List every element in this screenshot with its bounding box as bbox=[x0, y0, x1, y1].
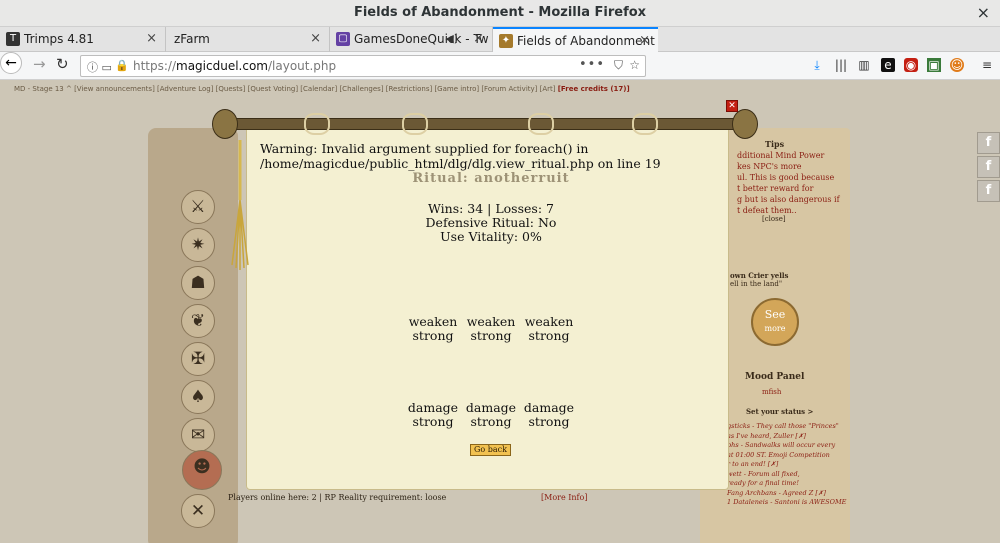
list-item: at 01:00 ST. Emoji Competition bbox=[727, 450, 830, 459]
extension-face-icon[interactable]: ☺ bbox=[950, 58, 964, 72]
facebook-icon[interactable]: f bbox=[977, 132, 1000, 154]
tab-close-icon[interactable]: × bbox=[310, 31, 321, 46]
trimps-favicon-icon: T bbox=[6, 32, 20, 46]
sidebar-action-attack-icon[interactable]: ⚔ bbox=[181, 190, 215, 224]
extension-image-icon[interactable]: ▣ bbox=[927, 58, 941, 72]
list-item: Fang Archbans - Agreed Z [✗] bbox=[727, 488, 826, 497]
navigation-bar: ← → ↻ ⓘ ▭ 🔒 https://magicduel.com/layout… bbox=[0, 52, 1000, 80]
twitch-favicon-icon: ▢ bbox=[336, 32, 350, 46]
window-title: Fields of Abandonment - Mozilla Firefox bbox=[353, 5, 647, 20]
rod-knob-left bbox=[212, 109, 238, 139]
tab-close-icon[interactable]: × bbox=[639, 33, 650, 48]
top-navigation[interactable]: MD - Stage 13 ^ [View announcements] [Ad… bbox=[14, 85, 630, 93]
url-bar[interactable]: ⓘ ▭ 🔒 https://magicduel.com/layout.php •… bbox=[80, 55, 646, 77]
sidebar-action-group-icon[interactable]: ☗ bbox=[181, 266, 215, 300]
tab-gamesdonequick[interactable]: ▢ GamesDoneQuick - Tw ◀) × bbox=[330, 27, 493, 52]
list-item: r to an end! [✗] bbox=[727, 460, 779, 468]
set-status-link[interactable]: Set your status > bbox=[746, 407, 813, 416]
tab-label: GamesDoneQuick - Tw bbox=[354, 32, 489, 46]
see-more-button[interactable]: See more bbox=[751, 298, 799, 346]
rod-knob-right bbox=[732, 109, 758, 139]
ublock-icon[interactable]: ◉ bbox=[904, 58, 918, 72]
sidebar-action-shield-icon[interactable]: ✠ bbox=[181, 342, 215, 376]
dialog-close-button[interactable]: ✕ bbox=[726, 100, 738, 112]
sidebar-action-swords-icon[interactable]: ✕ bbox=[181, 494, 215, 528]
avatar[interactable]: ☻ bbox=[182, 450, 222, 490]
speaker-icon[interactable]: ◀) bbox=[445, 32, 458, 45]
tab-strip: T Trimps 4.81 × zFarm × ▢ GamesDoneQuick… bbox=[0, 27, 1000, 77]
magicduel-favicon-icon: ✦ bbox=[499, 34, 513, 48]
bookmark-star-icon[interactable]: ☆ bbox=[629, 58, 640, 72]
tab-label: Trimps 4.81 bbox=[24, 32, 94, 46]
wins-losses: Wins: 34 | Losses: 7 bbox=[428, 201, 554, 216]
mood-panel-title: Mood Panel bbox=[745, 372, 805, 382]
ritual-step: weaken strong bbox=[408, 314, 458, 343]
use-vitality: Use Vitality: 0% bbox=[440, 229, 542, 244]
mood-status: mfish bbox=[762, 388, 782, 396]
tips-text: dditional Mind Power kes NPC's more ul. … bbox=[737, 151, 840, 215]
page-actions-icon[interactable]: ••• bbox=[579, 57, 605, 72]
ritual-title: Ritual: anotherruit bbox=[412, 171, 570, 186]
tab-close-icon[interactable]: × bbox=[146, 31, 157, 46]
facebook-icon[interactable]: f bbox=[977, 180, 1000, 202]
list-item: gsticks - They call those "Princes" bbox=[727, 422, 839, 430]
sidebar-action-hierarchy-icon[interactable]: ♠ bbox=[181, 380, 215, 414]
tab-label: zFarm bbox=[174, 32, 210, 46]
forward-button[interactable]: → bbox=[33, 55, 46, 73]
list-item: as I've heard, Zuller [✗] bbox=[727, 431, 806, 440]
go-back-button[interactable]: Go back bbox=[470, 444, 511, 456]
sidebar-icon[interactable]: ▥ bbox=[857, 58, 871, 72]
ritual-step: damage strong bbox=[523, 400, 575, 429]
sidebar-action-mail-icon[interactable]: ✉ bbox=[181, 418, 215, 452]
menu-hamburger-icon[interactable]: ≡ bbox=[980, 58, 994, 72]
back-button[interactable]: ← bbox=[0, 52, 22, 74]
scroll-rod bbox=[212, 109, 758, 139]
ritual-step: weaken strong bbox=[466, 314, 516, 343]
town-crier-quote: ell in the land" bbox=[730, 280, 783, 288]
tab-zfarm[interactable]: zFarm × bbox=[166, 27, 330, 52]
tab-fields-of-abandonment[interactable]: ✦ Fields of Abandonment × bbox=[493, 27, 658, 52]
tips-title: Tips bbox=[765, 139, 785, 149]
tab-trimps[interactable]: T Trimps 4.81 × bbox=[0, 27, 166, 52]
window-titlebar: Fields of Abandonment - Mozilla Firefox … bbox=[0, 0, 1000, 27]
pocket-icon[interactable]: ⛉ bbox=[614, 58, 623, 73]
town-crier-label: own Crier yells bbox=[730, 271, 789, 280]
extension-e-icon[interactable]: e bbox=[881, 58, 895, 72]
facebook-icon[interactable]: f bbox=[977, 156, 1000, 178]
ritual-step: damage strong bbox=[465, 400, 517, 429]
tips-close-link[interactable]: [close] bbox=[762, 215, 786, 223]
downloads-icon[interactable]: ⤓ bbox=[810, 58, 824, 72]
list-item: 1 Dataleneis - Santoni is AWESOME bbox=[727, 498, 847, 506]
lock-icon: 🔒 bbox=[115, 59, 129, 72]
tab-label: Fields of Abandonment bbox=[517, 34, 655, 48]
ritual-step: damage strong bbox=[407, 400, 459, 429]
status-feed: gsticks - They call those "Princes" as I… bbox=[727, 422, 846, 508]
site-info-icon[interactable]: ⓘ ▭ bbox=[87, 59, 112, 75]
list-item: phs - Sandwalks will occur every bbox=[727, 441, 836, 449]
list-item: ready for a final time! bbox=[727, 479, 800, 487]
list-item: wett - Forum all fixed, bbox=[727, 469, 800, 478]
library-icon[interactable]: ||| bbox=[834, 58, 848, 72]
ritual-step: weaken strong bbox=[524, 314, 574, 343]
sidebar-action-compass-icon[interactable]: ✷ bbox=[181, 228, 215, 262]
window-close-icon[interactable]: × bbox=[977, 3, 990, 22]
tab-close-icon[interactable]: × bbox=[473, 31, 484, 46]
url-text[interactable]: https://magicduel.com/layout.php bbox=[133, 59, 336, 73]
players-online-text: Players online here: 2 | RP Reality requ… bbox=[228, 493, 447, 502]
reload-button[interactable]: ↻ bbox=[56, 55, 69, 73]
free-credits-link[interactable]: [Free credits (17)] bbox=[558, 85, 630, 93]
defensive-ritual: Defensive Ritual: No bbox=[425, 215, 557, 230]
sidebar-action-creature-icon[interactable]: ❦ bbox=[181, 304, 215, 338]
more-info-link[interactable]: [More Info] bbox=[541, 493, 587, 502]
php-warning-text: Warning: Invalid argument supplied for f… bbox=[260, 141, 661, 171]
